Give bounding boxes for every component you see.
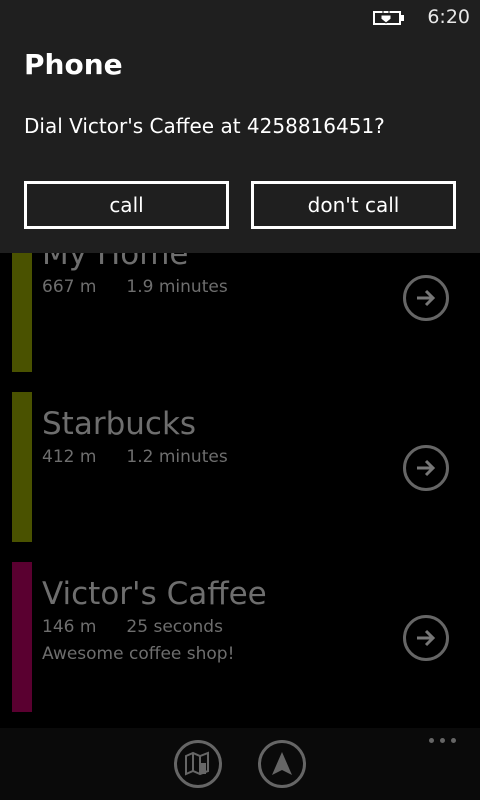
go-button[interactable]	[403, 275, 449, 321]
duration: 1.9 minutes	[126, 277, 228, 297]
place-meta: 146 m 25 seconds	[42, 617, 223, 637]
more-icon	[429, 738, 434, 743]
go-button[interactable]	[403, 615, 449, 661]
list-item[interactable]: Starbucks 412 m 1.2 minutes	[0, 392, 480, 542]
call-button[interactable]: call	[24, 181, 229, 229]
app-bar	[0, 728, 480, 800]
color-bar	[12, 562, 32, 712]
dialog-message: Dial Victor's Caffee at 4258816451?	[24, 114, 385, 138]
list-item[interactable]: Victor's Caffee 146 m 25 seconds Awesome …	[0, 562, 480, 712]
more-button[interactable]	[429, 738, 456, 743]
navigate-button[interactable]	[258, 740, 306, 788]
map-button[interactable]	[174, 740, 222, 788]
battery-charging-icon	[373, 11, 405, 25]
map-icon	[185, 751, 209, 776]
place-meta: 412 m 1.2 minutes	[42, 447, 228, 467]
phone-dialog: 6:20 Phone Dial Victor's Caffee at 42588…	[0, 0, 480, 253]
place-meta: 667 m 1.9 minutes	[42, 277, 228, 297]
more-icon-dot	[451, 738, 456, 743]
arrow-right-icon	[417, 459, 436, 477]
dialog-title: Phone	[24, 48, 123, 81]
navigate-icon	[272, 752, 292, 775]
arrow-right-icon	[417, 289, 436, 307]
arrow-right-icon	[417, 629, 436, 647]
more-icon-dot	[440, 738, 445, 743]
status-bar: 6:20	[373, 6, 470, 28]
dont-call-button[interactable]: don't call	[251, 181, 456, 229]
distance: 667 m	[42, 277, 97, 297]
place-note: Awesome coffee shop!	[42, 644, 235, 664]
distance: 412 m	[42, 447, 97, 467]
duration: 1.2 minutes	[126, 447, 228, 467]
distance: 146 m	[42, 617, 97, 637]
color-bar	[12, 392, 32, 542]
go-button[interactable]	[403, 445, 449, 491]
place-name: Victor's Caffee	[42, 576, 267, 612]
place-name: Starbucks	[42, 406, 197, 442]
clock: 6:20	[427, 6, 470, 28]
duration: 25 seconds	[126, 617, 223, 637]
